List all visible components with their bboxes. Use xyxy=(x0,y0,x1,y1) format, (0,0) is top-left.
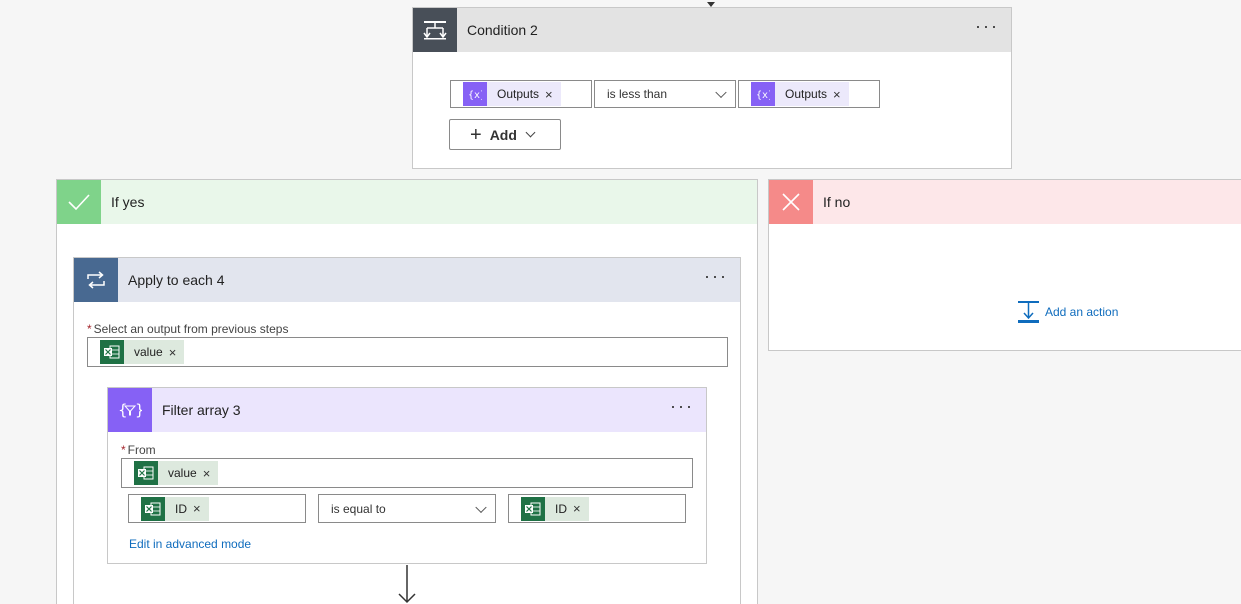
if-yes-title: If yes xyxy=(111,194,145,210)
if-no-title: If no xyxy=(823,194,851,210)
checkmark-icon xyxy=(57,180,101,224)
select-output-label-text: Select an output from previous steps xyxy=(93,322,289,336)
from-label: * From xyxy=(121,443,156,457)
filter-right-operand[interactable]: ID × xyxy=(508,494,686,523)
chevron-down-icon xyxy=(475,501,487,513)
filter-array-header[interactable]: { } Filter array 3 ··· xyxy=(108,388,706,432)
filter-icon: { } xyxy=(108,388,152,432)
apply-to-each-title[interactable]: Apply to each 4 xyxy=(128,272,225,288)
token-label: Outputs xyxy=(785,87,828,101)
apply-to-each-more-menu[interactable]: ··· xyxy=(704,267,728,285)
edit-advanced-mode-link[interactable]: Edit in advanced mode xyxy=(129,537,251,551)
required-marker: * xyxy=(121,443,126,457)
connector-arrow-bottom xyxy=(397,565,417,604)
value-token[interactable]: value × xyxy=(134,461,219,485)
filter-left-operand[interactable]: ID × xyxy=(128,494,306,523)
required-marker: * xyxy=(87,322,92,336)
operator-value: is less than xyxy=(607,87,668,101)
condition-more-menu[interactable]: ··· xyxy=(975,17,999,35)
filter-array-more-menu[interactable]: ··· xyxy=(670,397,694,415)
remove-token-icon[interactable]: × xyxy=(169,345,185,360)
id-token-left[interactable]: ID × xyxy=(141,496,209,521)
outputs-token-right[interactable]: {x} Outputs × xyxy=(751,82,849,106)
plus-icon: + xyxy=(470,123,482,146)
from-label-text: From xyxy=(127,443,156,457)
token-label: value xyxy=(168,466,197,480)
condition-right-operand[interactable]: {x} Outputs × xyxy=(738,80,880,108)
condition-operator-select[interactable]: is less than xyxy=(594,80,736,108)
filter-operator-select[interactable]: is equal to xyxy=(318,494,496,523)
loop-icon xyxy=(74,258,118,302)
token-label: value xyxy=(134,345,163,359)
excel-icon xyxy=(141,496,165,521)
add-an-action-label: Add an action xyxy=(1045,305,1119,319)
chevron-down-icon xyxy=(525,127,536,138)
expression-icon: {x} xyxy=(463,82,487,106)
operator-value: is equal to xyxy=(331,501,386,516)
if-yes-header[interactable]: If yes xyxy=(57,180,757,224)
remove-token-icon[interactable]: × xyxy=(573,501,589,516)
remove-token-icon[interactable]: × xyxy=(203,466,219,481)
remove-token-icon[interactable]: × xyxy=(193,501,209,516)
if-no-header[interactable]: If no xyxy=(769,180,1241,224)
select-output-input[interactable]: value × xyxy=(87,337,728,367)
id-token-right[interactable]: ID × xyxy=(521,496,589,521)
excel-icon xyxy=(521,496,545,521)
add-an-action-button[interactable]: Add an action xyxy=(1018,301,1118,323)
close-icon xyxy=(769,180,813,224)
token-label: Outputs xyxy=(497,87,540,101)
svg-text:{x}: {x} xyxy=(468,90,482,100)
excel-icon xyxy=(134,461,158,485)
if-no-card: If no Add an action xyxy=(768,179,1241,351)
chevron-down-icon xyxy=(715,86,727,99)
remove-token-icon[interactable]: × xyxy=(545,87,561,102)
svg-text:{: { xyxy=(118,401,128,419)
select-output-label: * Select an output from previous steps xyxy=(87,322,288,336)
excel-icon xyxy=(100,340,124,364)
condition-icon xyxy=(413,8,457,52)
condition-header[interactable]: Condition 2 ··· xyxy=(413,8,1011,52)
outputs-token-left[interactable]: {x} Outputs × xyxy=(463,82,561,106)
condition-card: Condition 2 ··· {x} Outputs × is less th… xyxy=(412,7,1012,169)
svg-text:}: } xyxy=(135,401,142,419)
value-token[interactable]: value × xyxy=(100,340,185,364)
expression-icon: {x} xyxy=(751,82,775,106)
add-button[interactable]: + Add xyxy=(449,119,561,150)
svg-text:{x}: {x} xyxy=(756,90,770,100)
condition-left-operand[interactable]: {x} Outputs × xyxy=(450,80,592,108)
remove-token-icon[interactable]: × xyxy=(833,87,849,102)
condition-title[interactable]: Condition 2 xyxy=(467,22,538,38)
apply-to-each-header[interactable]: Apply to each 4 ··· xyxy=(74,258,740,302)
add-action-icon xyxy=(1018,301,1039,323)
from-input[interactable]: value × xyxy=(121,458,693,488)
token-label: ID xyxy=(555,501,567,516)
add-button-label: Add xyxy=(489,126,517,143)
filter-array-title[interactable]: Filter array 3 xyxy=(162,402,241,418)
token-label: ID xyxy=(175,501,187,516)
filter-array-card: { } Filter array 3 ··· *From value × xyxy=(107,387,707,564)
